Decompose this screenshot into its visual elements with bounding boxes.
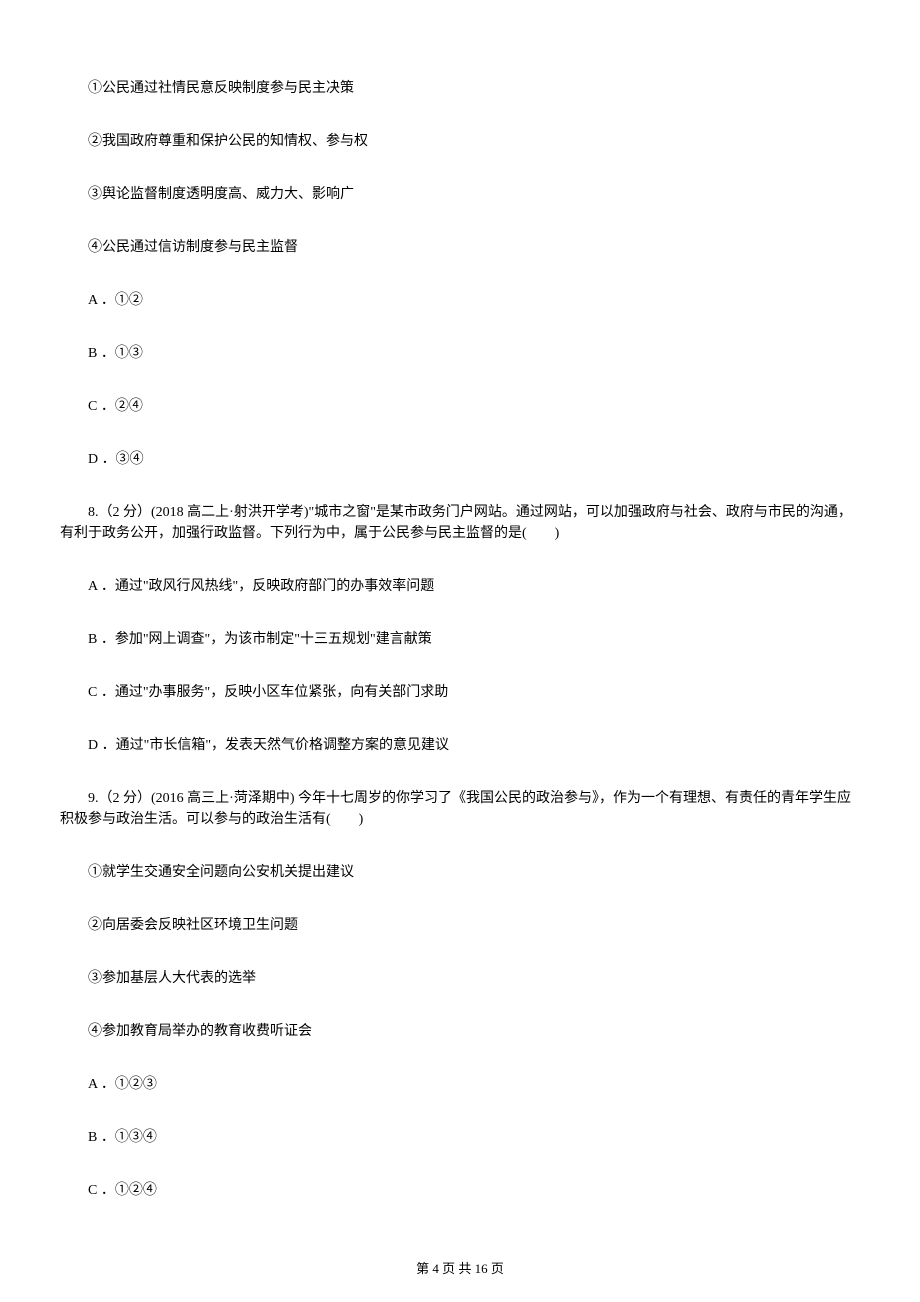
q9-stem: 9.（2 分）(2016 高三上·菏泽期中) 今年十七周岁的你学习了《我国公民的… <box>60 788 860 830</box>
q7-option-b: B ．①③ <box>60 343 860 364</box>
q7-option-a: A ．①② <box>60 290 860 311</box>
q7-statement-2: ②我国政府尊重和保护公民的知情权、参与权 <box>60 131 860 152</box>
q8-option-c: C ．通过"办事服务"，反映小区车位紧张，向有关部门求助 <box>60 682 860 703</box>
q9-statement-2: ②向居委会反映社区环境卫生问题 <box>60 915 860 936</box>
q9-option-c: C ．①②④ <box>60 1180 860 1201</box>
q7-option-c: C ．②④ <box>60 396 860 417</box>
q7-option-d: D ．③④ <box>60 449 860 470</box>
q9-statement-3: ③参加基层人大代表的选举 <box>60 968 860 989</box>
q7-statement-4: ④公民通过信访制度参与民主监督 <box>60 237 860 258</box>
page-footer: 第 4 页 共 16 页 <box>0 1259 920 1279</box>
q9-option-b: B ．①③④ <box>60 1127 860 1148</box>
q8-option-a: A ．通过"政风行风热线"，反映政府部门的办事效率问题 <box>60 576 860 597</box>
q8-option-d: D ．通过"市长信箱"，发表天然气价格调整方案的意见建议 <box>60 735 860 756</box>
q7-statement-3: ③舆论监督制度透明度高、威力大、影响广 <box>60 184 860 205</box>
q8-option-b: B ．参加"网上调查"，为该市制定"十三五规划"建言献策 <box>60 629 860 650</box>
q7-statement-1: ①公民通过社情民意反映制度参与民主决策 <box>60 78 860 99</box>
q9-statement-1: ①就学生交通安全问题向公安机关提出建议 <box>60 862 860 883</box>
q9-option-a: A ．①②③ <box>60 1074 860 1095</box>
q9-statement-4: ④参加教育局举办的教育收费听证会 <box>60 1021 860 1042</box>
q8-stem: 8.（2 分）(2018 高二上·射洪开学考)"城市之窗"是某市政务门户网站。通… <box>60 502 860 544</box>
